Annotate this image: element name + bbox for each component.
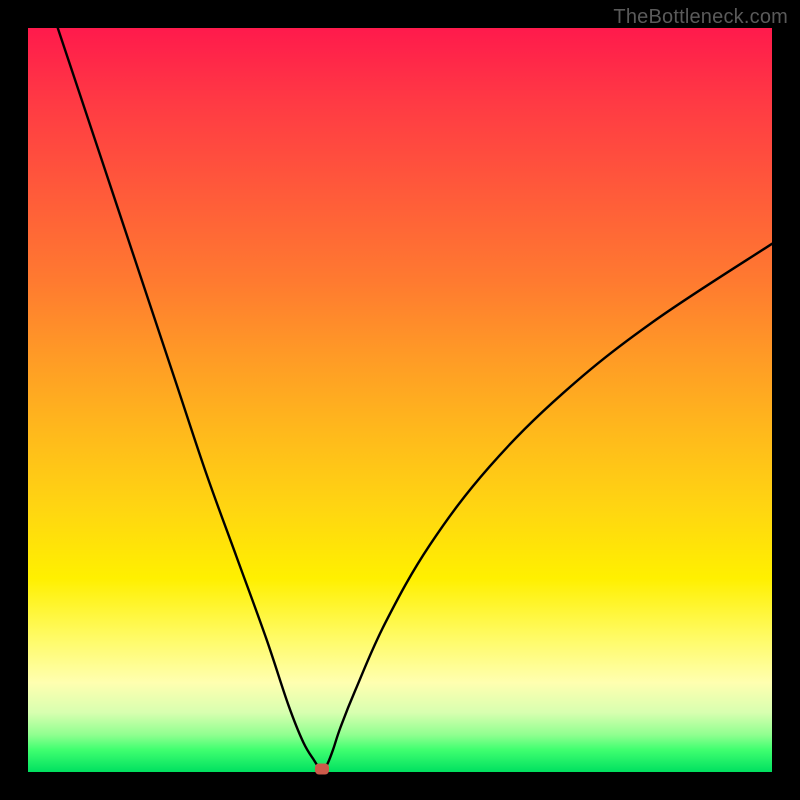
optimal-point-marker: [315, 764, 329, 775]
chart-frame: TheBottleneck.com: [0, 0, 800, 800]
chart-plot-area: [28, 28, 772, 772]
attribution-text: TheBottleneck.com: [613, 6, 788, 29]
bottleneck-curve: [28, 28, 772, 772]
